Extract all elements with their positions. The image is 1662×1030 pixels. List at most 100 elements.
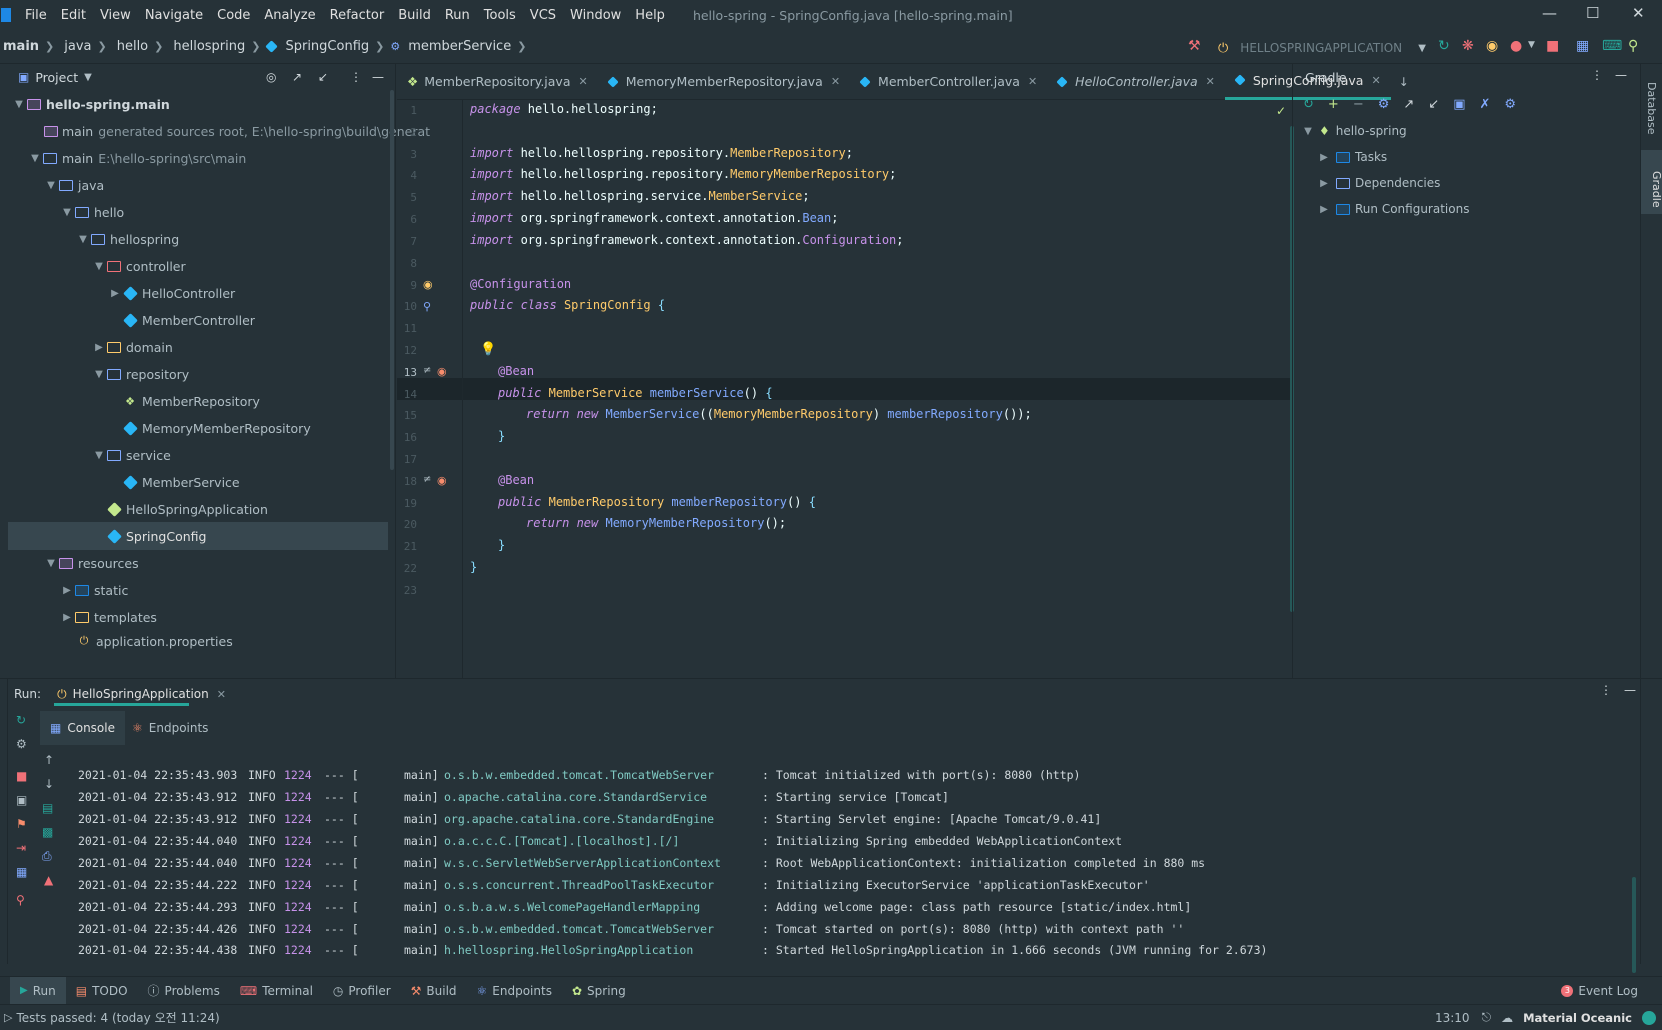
tree-item-main[interactable]: ▼ main E:\hello-spring\src\main (8, 144, 388, 172)
spring-bean-gutter-icon[interactable]: ◉ (437, 365, 447, 378)
breadcrumb-hello[interactable]: hello (117, 39, 148, 54)
add-icon[interactable]: + (1328, 97, 1339, 112)
tool-profiler[interactable]: ◷ Profiler (323, 977, 401, 1005)
hide-panel-icon[interactable]: — (1624, 683, 1636, 697)
tree-item-resources[interactable]: ▼ resources (8, 549, 388, 577)
tree-item-hellospring[interactable]: ▼ hellospring (8, 225, 388, 253)
offline-mode-icon[interactable]: ✗ (1479, 97, 1490, 112)
gradle-settings-icon[interactable]: ⚙ (1504, 97, 1516, 112)
collapse-all-icon[interactable]: ↙ (1428, 97, 1439, 112)
method-gutter-icon[interactable]: ≠ (423, 474, 431, 485)
camera-icon[interactable]: ▣ (16, 793, 27, 807)
profile-icon[interactable]: ● (1510, 38, 1522, 54)
menu-help[interactable]: Help (635, 8, 665, 23)
menu-vcs[interactable]: VCS (530, 8, 556, 23)
close-icon[interactable]: ✕ (578, 75, 587, 88)
no-problems-check-icon[interactable]: ✓ (1276, 104, 1286, 118)
clear-all-icon[interactable]: ▲ (44, 873, 53, 887)
collapse-all-icon[interactable]: ↙ (318, 70, 328, 84)
tree-item-service[interactable]: ▼ service (8, 441, 388, 469)
tree-item-hellospringapplication[interactable]: HelloSpringApplication (8, 495, 388, 523)
tool-problems[interactable]: ⓘ Problems (138, 977, 230, 1005)
gradle-tree-dependencies[interactable]: ▶ Dependencies (1317, 170, 1440, 196)
pin-tab-icon[interactable]: ⚲ (16, 893, 25, 907)
scrollbar[interactable] (390, 90, 394, 470)
menu-view[interactable]: View (100, 8, 131, 23)
build-hammer-icon[interactable]: ⚒ (1188, 38, 1201, 54)
method-gutter-icon[interactable]: ≠ (423, 365, 431, 376)
close-icon[interactable]: ✕ (217, 688, 226, 701)
caret-position[interactable]: 13:10 (1435, 1011, 1470, 1025)
tab-memberrepository[interactable]: ❖ MemberRepository.java ✕ (397, 64, 598, 100)
tests-status[interactable]: Tests passed: 4 (today 오전 11:24) (16, 1009, 219, 1026)
tree-item-templates[interactable]: ▶ templates (8, 603, 388, 631)
down-arrow-icon[interactable]: ↓ (44, 777, 54, 791)
tree-item-springconfig[interactable]: SpringConfig (8, 522, 388, 550)
menu-code[interactable]: Code (217, 8, 250, 23)
theme-indicator-icon[interactable] (1642, 1010, 1656, 1025)
menu-tools[interactable]: Tools (484, 8, 516, 23)
settings-icon[interactable]: ⚙ (16, 737, 27, 751)
maximize-button[interactable]: ☐ (1586, 4, 1599, 22)
tool-terminal[interactable]: ⌨ Terminal (230, 977, 323, 1005)
locate-icon[interactable]: ◎ (266, 70, 276, 84)
breadcrumb-springconfig[interactable]: SpringConfig (285, 39, 369, 54)
pin-icon[interactable]: ⚑ (16, 817, 27, 831)
rerun-icon[interactable]: ↻ (1438, 38, 1450, 54)
project-view-label[interactable]: Project (35, 70, 78, 85)
close-icon[interactable]: ✕ (831, 75, 840, 88)
tree-item-domain[interactable]: ▶ domain (8, 333, 388, 361)
tree-item-memberrepository[interactable]: ❖ MemberRepository (8, 387, 388, 415)
search-everywhere-icon[interactable]: ⚲ (1628, 38, 1638, 54)
theme-name[interactable]: Material Oceanic (1523, 1011, 1632, 1025)
scroll-to-end-icon[interactable]: ▩ (42, 825, 53, 839)
tool-spring[interactable]: ✿ Spring (562, 977, 636, 1005)
close-icon[interactable]: ✕ (1206, 75, 1215, 88)
database-tool-tab[interactable]: Database (1645, 82, 1658, 135)
tree-item-controller[interactable]: ▼ controller (8, 252, 388, 280)
up-arrow-icon[interactable]: ↑ (44, 753, 54, 767)
options-menu-icon[interactable]: ⋮ (1600, 683, 1612, 697)
tool-build[interactable]: ⚒ Build (401, 977, 467, 1005)
tree-item-module[interactable]: ▼ hello-spring.main (8, 90, 388, 118)
tree-item-static[interactable]: ▶ static (8, 576, 388, 604)
debug-icon[interactable]: ❋ (1462, 38, 1474, 54)
breadcrumb-java[interactable]: java (64, 39, 91, 54)
tree-item-repository[interactable]: ▼ repository (8, 360, 388, 388)
console-scrollbar[interactable] (1632, 877, 1636, 973)
gradle-tree-tasks[interactable]: ▶ Tasks (1317, 144, 1387, 170)
tool-endpoints[interactable]: ⚛ Endpoints (467, 977, 562, 1005)
tree-item-application-properties[interactable]: ⏻ application.properties (8, 630, 388, 652)
run-configuration-selector[interactable]: ⏻ HELLOSPRINGAPPLICATION ▼ (1218, 38, 1430, 58)
coverage-icon[interactable]: ◉ (1486, 38, 1498, 54)
tree-item-hello[interactable]: ▼ hello (8, 198, 388, 226)
menu-window[interactable]: Window (570, 8, 621, 23)
layout-icon[interactable]: ▦ (16, 865, 27, 879)
soft-wrap-icon[interactable]: ▤ (42, 801, 53, 815)
breadcrumb-memberservice[interactable]: memberService (408, 39, 511, 54)
tool-todo[interactable]: ▤ TODO (66, 977, 138, 1005)
breadcrumb-hellospring[interactable]: hellospring (173, 39, 245, 54)
options-menu-icon[interactable]: ⋮ (1591, 68, 1603, 82)
tree-item-java[interactable]: ▼ java (8, 171, 388, 199)
more-dropdown-icon[interactable]: ▼ (1528, 40, 1535, 50)
tab-membercontroller[interactable]: MemberController.java ✕ (850, 64, 1047, 100)
execute-task-icon[interactable]: ⚙ (1378, 97, 1390, 112)
lightbulb-icon[interactable]: 💡 (480, 342, 496, 357)
memory-indicator-icon[interactable]: ☁ (1501, 1011, 1513, 1025)
lock-icon[interactable]: ⎋ (1482, 1010, 1492, 1025)
menu-navigate[interactable]: Navigate (145, 8, 203, 23)
minimize-button[interactable]: — (1542, 4, 1557, 22)
console-subtab[interactable]: ▦ Console (40, 711, 125, 745)
tool-run[interactable]: ▶ Run (10, 976, 66, 1005)
remove-icon[interactable]: − (1353, 97, 1364, 112)
expand-status-icon[interactable]: ▷ (4, 1011, 12, 1024)
chevron-down-icon[interactable]: ▼ (84, 72, 92, 83)
menu-edit[interactable]: Edit (61, 8, 86, 23)
tab-memorymemberrepository[interactable]: MemoryMemberRepository.java ✕ (598, 64, 850, 100)
expand-all-icon[interactable]: ↗ (292, 70, 302, 84)
gradle-tool-tab[interactable]: Gradle (1641, 150, 1662, 214)
menu-build[interactable]: Build (398, 8, 431, 23)
close-icon[interactable]: ✕ (1028, 75, 1037, 88)
tree-item-memberservice[interactable]: MemberService (8, 468, 388, 496)
